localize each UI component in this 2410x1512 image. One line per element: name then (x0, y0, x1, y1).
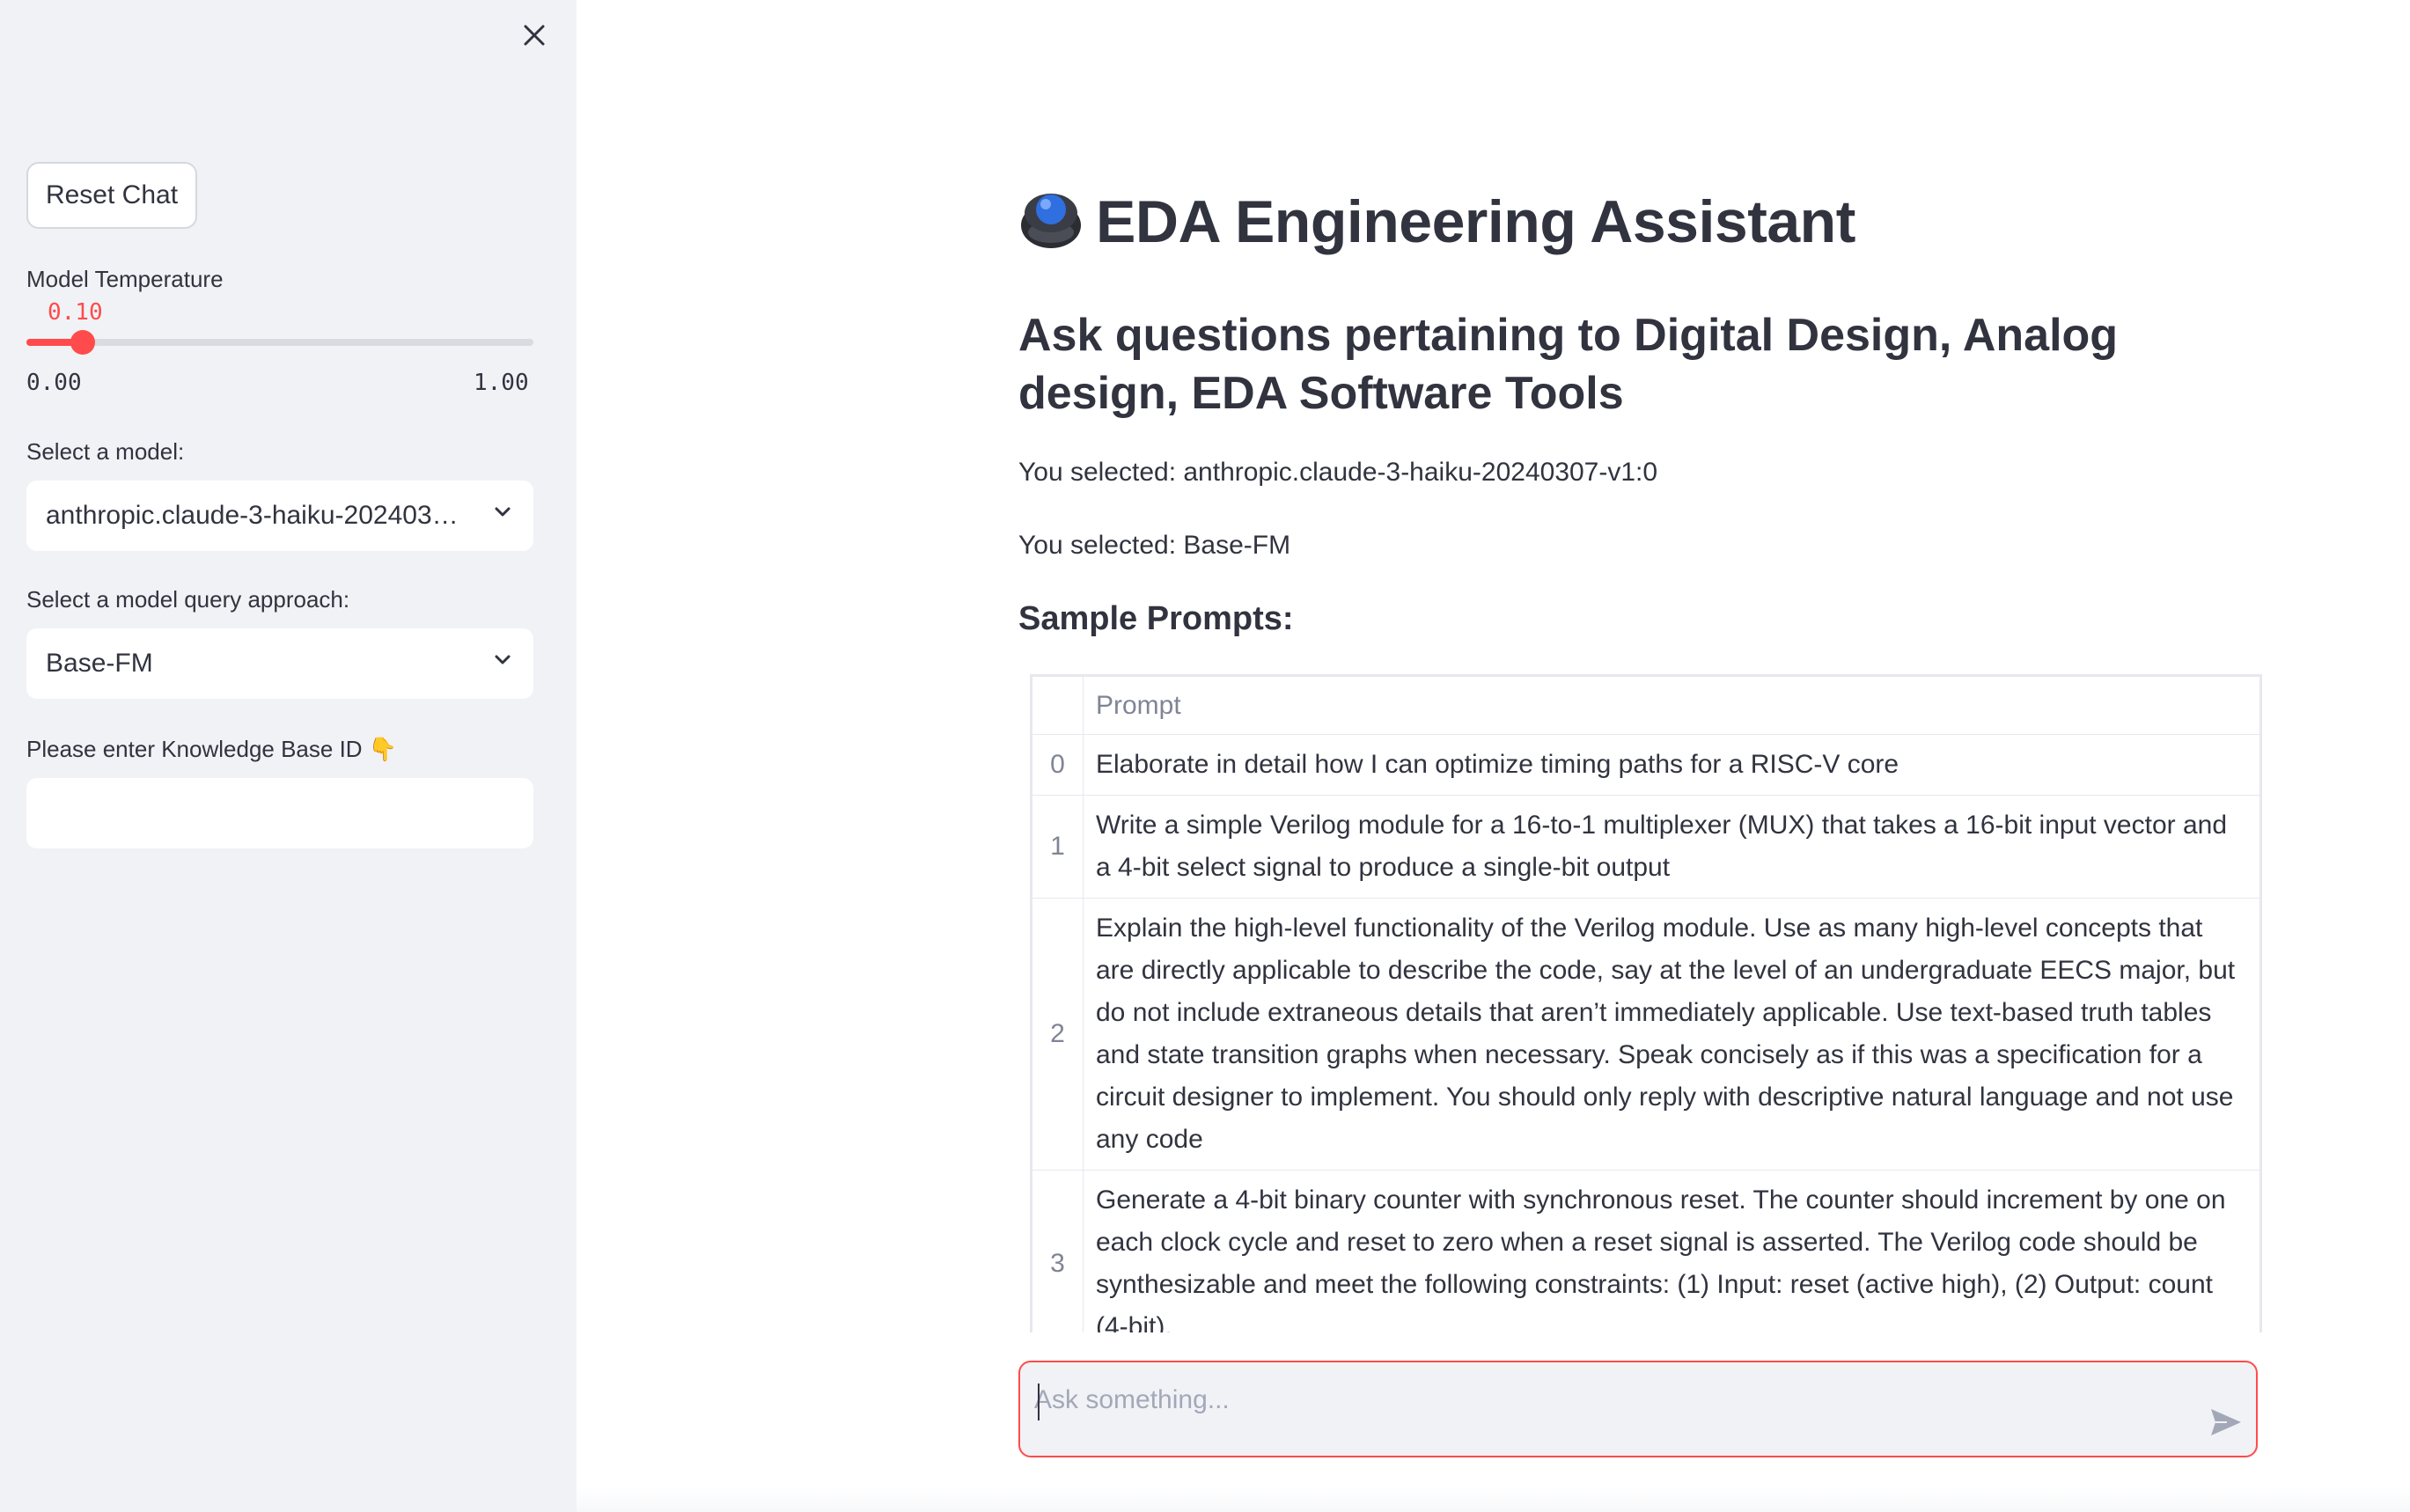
send-icon[interactable] (2207, 1405, 2245, 1440)
model-select-label: Select a model: (26, 438, 185, 465)
model-select-value: anthropic.claude-3-haiku-20240307-v1:0 (46, 501, 459, 530)
table-row[interactable]: 2 Explain the high-level functionality o… (1032, 898, 2260, 1171)
prompt-cell[interactable]: Write a simple Verilog module for a 16-t… (1083, 795, 2260, 899)
chat-input-bar (1018, 1361, 2258, 1457)
prompt-cell[interactable]: Elaborate in detail how I can optimize t… (1083, 734, 2260, 796)
temperature-min: 0.00 (26, 370, 82, 396)
approach-select-label: Select a model query approach: (26, 586, 350, 613)
approach-select[interactable]: Base-FM (26, 628, 533, 699)
temperature-value: 0.10 (48, 299, 103, 326)
prompt-cell[interactable]: Explain the high-level functionality of … (1083, 898, 2260, 1171)
table-row[interactable]: 1 Write a simple Verilog module for a 16… (1032, 795, 2260, 899)
chat-input[interactable] (1034, 1378, 2161, 1422)
page-header: EDA Engineering Assistant (1018, 187, 1855, 256)
temperature-label: Model Temperature (26, 266, 224, 292)
chevron-down-icon (491, 649, 514, 679)
trackball-icon (1018, 187, 1084, 256)
temperature-slider[interactable] (26, 330, 533, 355)
temperature-slider-thumb[interactable] (70, 330, 95, 355)
sample-prompts-heading: Sample Prompts: (1018, 600, 1294, 637)
table-header-row: Prompt (1032, 676, 2260, 735)
selected-model-text: You selected: anthropic.claude-3-haiku-2… (1018, 458, 1658, 487)
model-select[interactable]: anthropic.claude-3-haiku-20240307-v1:0 (26, 481, 533, 551)
row-index: 3 (1032, 1170, 1084, 1332)
page-subtitle: Ask questions pertaining to Digital Desi… (1018, 310, 2119, 419)
approach-select-value: Base-FM (46, 649, 153, 678)
row-index: 2 (1032, 898, 1084, 1171)
bottom-fade (577, 1487, 2410, 1512)
temperature-max: 1.00 (474, 370, 529, 396)
chevron-down-icon (491, 501, 514, 531)
kb-id-label: Please enter Knowledge Base ID 👇 (26, 736, 398, 762)
sample-prompts-table[interactable]: Prompt 0 Elaborate in detail how I can o… (1030, 674, 2262, 1332)
main-content: EDA Engineering Assistant Ask questions … (577, 0, 2410, 1512)
index-header (1032, 676, 1084, 735)
prompt-header[interactable]: Prompt (1083, 676, 2260, 735)
table-row[interactable]: 0 Elaborate in detail how I can optimize… (1032, 734, 2260, 796)
text-caret (1038, 1384, 1040, 1420)
row-index: 1 (1032, 795, 1084, 899)
temperature-slider-fill (26, 339, 77, 346)
page-title: EDA Engineering Assistant (1096, 187, 1855, 255)
kb-id-input[interactable] (26, 778, 533, 848)
table-row[interactable]: 3 Generate a 4-bit binary counter with s… (1032, 1170, 2260, 1332)
selected-approach-text: You selected: Base-FM (1018, 531, 1291, 560)
close-icon[interactable] (515, 16, 554, 55)
row-index: 0 (1032, 734, 1084, 796)
sidebar: Reset Chat Model Temperature 0.10 0.00 1… (0, 0, 577, 1512)
reset-chat-button[interactable]: Reset Chat (26, 162, 197, 229)
prompt-cell[interactable]: Generate a 4-bit binary counter with syn… (1083, 1170, 2260, 1332)
